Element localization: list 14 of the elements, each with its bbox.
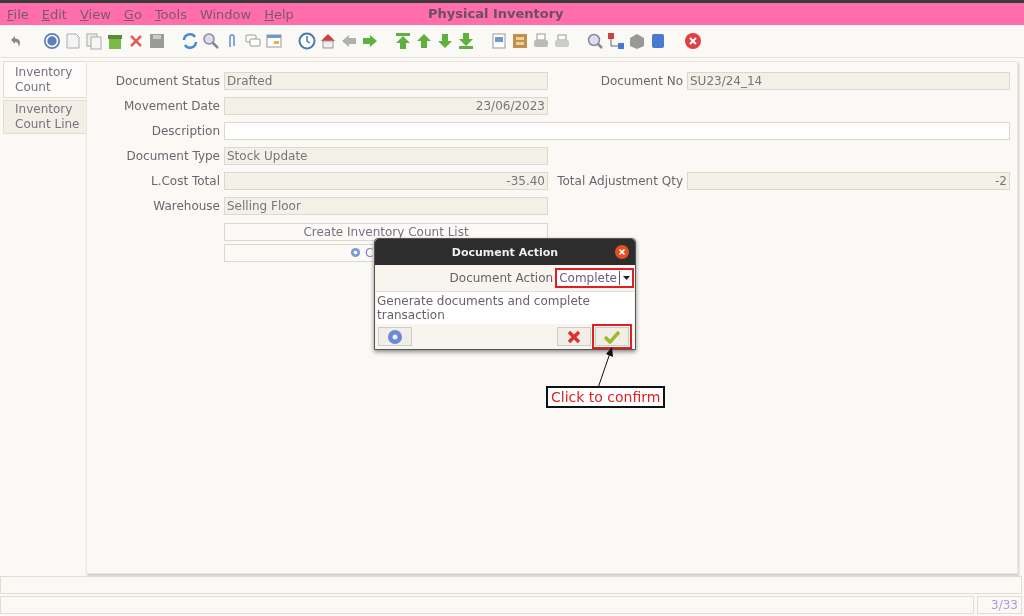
field-label: Document Action (449, 271, 554, 285)
field-label: Movement Date (122, 97, 220, 115)
field-label: Total Adjustment Qty (556, 172, 683, 190)
window-title: Physical Inventory (428, 6, 564, 21)
field-label: Description (150, 122, 220, 140)
callout-label: Click to confirm (546, 386, 666, 408)
field-label: Warehouse (152, 197, 220, 215)
dialog-title: Document Action (451, 245, 559, 259)
field-label: L.Cost Total (149, 172, 220, 190)
record-counter: 3/33 (977, 596, 1022, 614)
field-label: Document Status (114, 72, 220, 90)
field-label: Document No (599, 72, 683, 90)
action-description: Generate documents and complete transaction (376, 291, 634, 324)
field-label: Document Type (125, 147, 220, 165)
